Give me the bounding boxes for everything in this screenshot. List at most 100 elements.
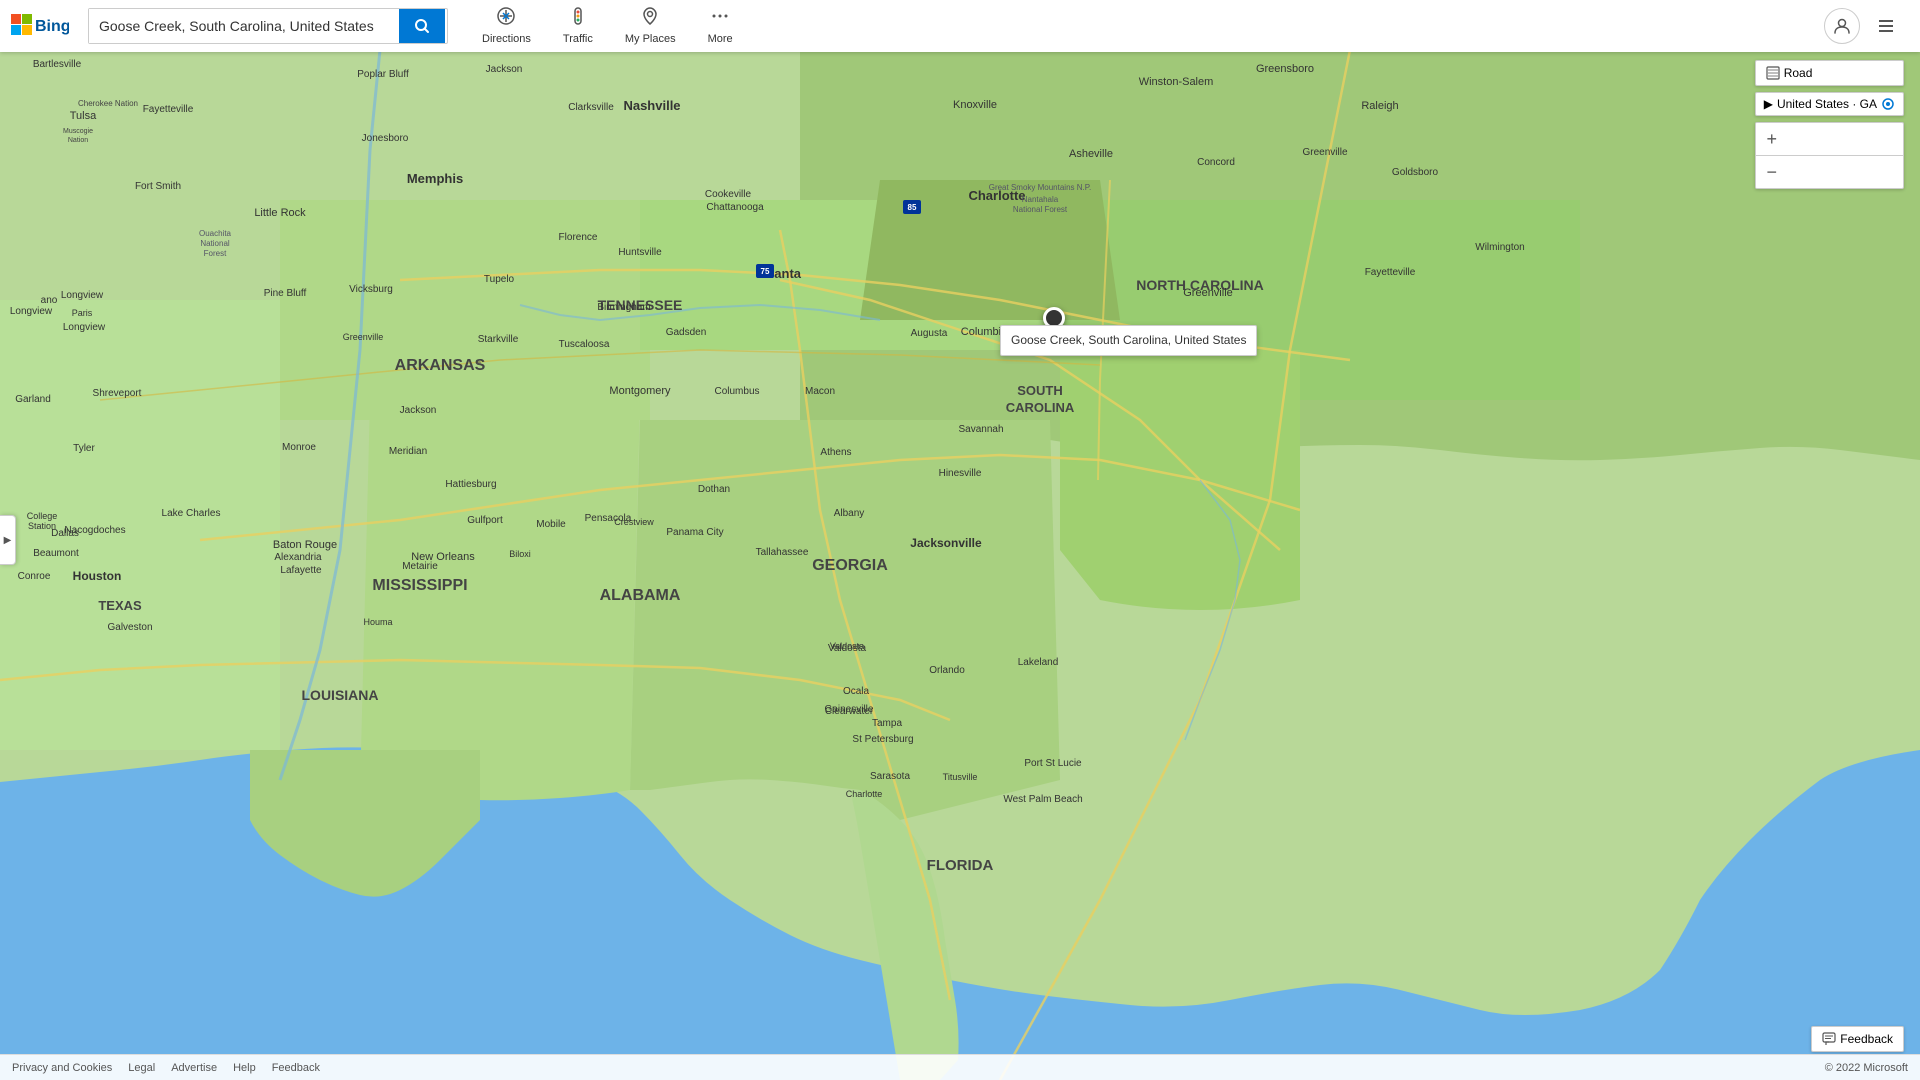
- svg-text:Clarksville: Clarksville: [568, 102, 614, 113]
- svg-text:Monroe: Monroe: [282, 442, 316, 453]
- svg-text:National: National: [200, 239, 230, 248]
- svg-text:Winston-Salem: Winston-Salem: [1139, 76, 1214, 88]
- svg-text:Birmingham: Birmingham: [597, 302, 650, 313]
- svg-text:Lake Charles: Lake Charles: [162, 508, 221, 519]
- svg-text:Tallahassee: Tallahassee: [756, 547, 809, 558]
- feedback-button[interactable]: Feedback: [1811, 1026, 1904, 1052]
- feedback-icon: [1822, 1032, 1836, 1046]
- svg-text:Vicksburg: Vicksburg: [349, 284, 393, 295]
- map-container[interactable]: ARKANSAS TENNESSEE MISSISSIPPI ALABAMA G…: [0, 0, 1920, 1080]
- svg-text:SOUTH: SOUTH: [1017, 383, 1063, 398]
- bing-logo[interactable]: Bing: [0, 0, 80, 52]
- search-icon: [414, 18, 430, 34]
- svg-text:Port St Lucie: Port St Lucie: [1024, 758, 1082, 769]
- svg-text:Houma: Houma: [363, 617, 392, 627]
- svg-text:75: 75: [761, 267, 770, 276]
- svg-text:Raleigh: Raleigh: [1361, 100, 1398, 112]
- road-view-button[interactable]: Road: [1755, 60, 1904, 86]
- svg-text:Greenville: Greenville: [1302, 147, 1347, 158]
- svg-text:Crestview: Crestview: [614, 517, 654, 527]
- road-icon: [1766, 66, 1780, 80]
- directions-icon: [496, 6, 516, 31]
- bing-logo-svg: Bing: [11, 14, 69, 38]
- search-input[interactable]: [89, 9, 399, 43]
- nav-traffic[interactable]: Traffic: [549, 0, 607, 52]
- svg-text:Nashville: Nashville: [623, 98, 680, 113]
- footer: Privacy and Cookies Legal Advertise Help…: [0, 1054, 1920, 1080]
- search-button[interactable]: [399, 9, 445, 43]
- zoom-in-button[interactable]: +: [1756, 123, 1788, 155]
- svg-text:ano: ano: [41, 295, 58, 306]
- svg-text:Hinesville: Hinesville: [939, 468, 982, 479]
- location-strip[interactable]: ▶ United States · GA: [1755, 92, 1904, 116]
- menu-button[interactable]: [1868, 8, 1904, 44]
- svg-text:Wilmington: Wilmington: [1475, 242, 1524, 253]
- svg-text:Paris: Paris: [72, 308, 93, 318]
- svg-text:FLORIDA: FLORIDA: [927, 857, 994, 874]
- svg-text:CAROLINA: CAROLINA: [1006, 400, 1075, 415]
- svg-text:Fayetteville: Fayetteville: [143, 104, 194, 115]
- svg-text:Poplar Bluff: Poplar Bluff: [357, 69, 409, 80]
- svg-text:Orlando: Orlando: [929, 665, 965, 676]
- location-text: United States · GA: [1777, 97, 1877, 111]
- sidebar-toggle[interactable]: ▶: [0, 515, 16, 565]
- svg-text:Baton Rouge: Baton Rouge: [273, 539, 337, 551]
- header: Bing Directions: [0, 0, 1920, 52]
- united-states-label: United States · GA: [1777, 97, 1877, 111]
- svg-text:Biloxi: Biloxi: [509, 549, 531, 559]
- svg-text:Nantahala: Nantahala: [1022, 195, 1059, 204]
- nav-directions[interactable]: Directions: [468, 0, 545, 52]
- svg-text:Montgomery: Montgomery: [609, 385, 671, 397]
- svg-text:Valdosta: Valdosta: [830, 641, 864, 651]
- svg-text:Tuscaloosa: Tuscaloosa: [559, 339, 610, 350]
- help-link[interactable]: Help: [233, 1062, 256, 1074]
- svg-text:Starkville: Starkville: [478, 334, 519, 345]
- svg-text:Greensboro: Greensboro: [1256, 63, 1314, 75]
- svg-text:Station: Station: [28, 521, 56, 531]
- footer-feedback-link[interactable]: Feedback: [272, 1062, 320, 1074]
- svg-text:Metairie: Metairie: [402, 561, 438, 572]
- footer-links: Privacy and Cookies Legal Advertise Help…: [12, 1062, 320, 1074]
- svg-text:Houston: Houston: [73, 569, 122, 583]
- svg-text:Cookeville: Cookeville: [705, 189, 752, 200]
- svg-text:Ouachita: Ouachita: [199, 229, 232, 238]
- svg-text:Fayetteville: Fayetteville: [1365, 267, 1416, 278]
- svg-text:Tupelo: Tupelo: [484, 274, 515, 285]
- svg-text:Nation: Nation: [68, 137, 88, 144]
- nav-my-places[interactable]: My Places: [611, 0, 690, 52]
- svg-text:Jonesboro: Jonesboro: [362, 133, 409, 144]
- user-icon: [1833, 17, 1851, 35]
- legal-link[interactable]: Legal: [128, 1062, 155, 1074]
- nav-more[interactable]: More: [694, 0, 747, 52]
- svg-text:Athens: Athens: [820, 447, 851, 458]
- svg-text:National Forest: National Forest: [1013, 205, 1068, 214]
- hamburger-icon: [1877, 17, 1895, 35]
- svg-text:Cherokee Nation: Cherokee Nation: [78, 99, 138, 108]
- more-icon: [710, 6, 730, 31]
- road-label: Road: [1784, 66, 1813, 80]
- svg-text:Huntsville: Huntsville: [618, 247, 662, 258]
- privacy-link[interactable]: Privacy and Cookies: [12, 1062, 112, 1074]
- svg-text:Gadsden: Gadsden: [666, 327, 707, 338]
- nav-items: Directions Traffic My Places: [468, 0, 747, 52]
- svg-text:Longview: Longview: [61, 290, 104, 301]
- svg-text:Savannah: Savannah: [958, 424, 1003, 435]
- svg-text:TEXAS: TEXAS: [98, 598, 142, 613]
- zoom-controls: + −: [1755, 122, 1904, 189]
- svg-text:Garland: Garland: [15, 394, 51, 405]
- svg-text:Lakeland: Lakeland: [1018, 657, 1059, 668]
- chevron-icon: ▶: [1764, 97, 1773, 111]
- svg-text:MISSISSIPPI: MISSISSIPPI: [372, 577, 467, 594]
- svg-text:Galveston: Galveston: [107, 622, 152, 633]
- locate-icon: [1881, 97, 1895, 111]
- advertise-link[interactable]: Advertise: [171, 1062, 217, 1074]
- zoom-out-button[interactable]: −: [1756, 156, 1788, 188]
- header-right: [1824, 8, 1920, 44]
- svg-text:Jackson: Jackson: [486, 64, 523, 75]
- svg-text:Longview: Longview: [10, 306, 53, 317]
- svg-text:Tulsa: Tulsa: [70, 110, 97, 122]
- search-container[interactable]: [88, 8, 448, 44]
- svg-text:Conroe: Conroe: [18, 571, 51, 582]
- user-profile-button[interactable]: [1824, 8, 1860, 44]
- svg-text:Titusville: Titusville: [943, 772, 978, 782]
